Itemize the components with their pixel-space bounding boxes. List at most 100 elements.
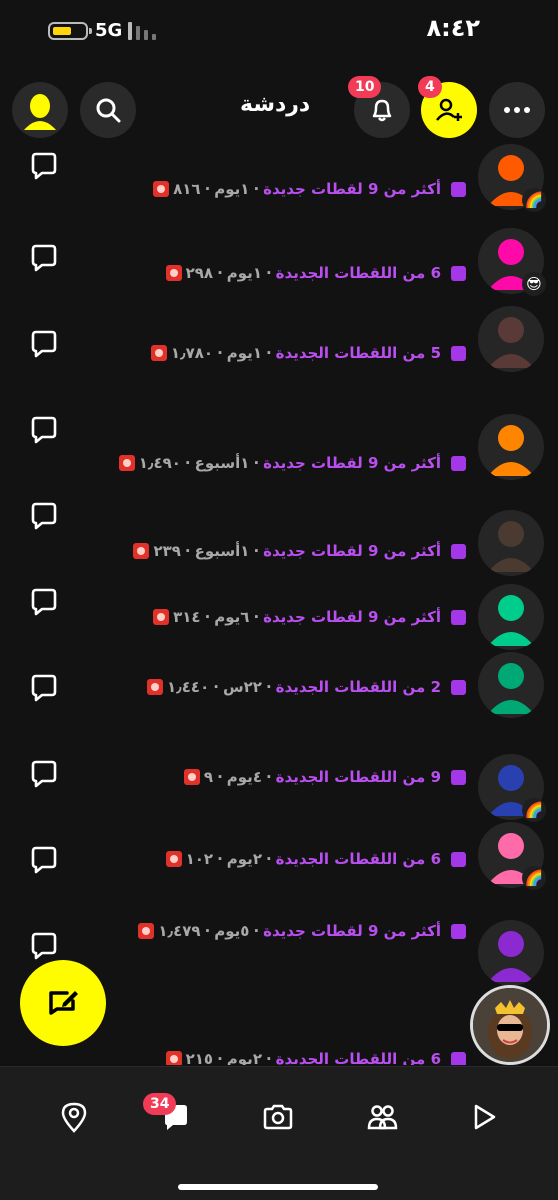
- friend-avatar[interactable]: [478, 414, 544, 480]
- nav-camera[interactable]: [258, 1097, 298, 1137]
- streak-alarm-icon: [153, 181, 170, 197]
- separator: ·: [253, 922, 260, 940]
- streak-count: ١٫٧٨٠: [170, 344, 214, 362]
- clock: ٨:٤٢: [426, 14, 480, 42]
- new-snaps-text: 6 من اللقطات الجديدة: [275, 1050, 441, 1065]
- separator: ·: [184, 542, 191, 560]
- streak-alarm-icon: [165, 265, 182, 281]
- bitmoji-icon: [473, 988, 547, 1062]
- separator: ·: [253, 454, 260, 472]
- search-icon: [96, 98, 121, 123]
- new-snaps-text: 2 من اللقطات الجديدة: [275, 678, 441, 696]
- new-chat-button[interactable]: [20, 960, 106, 1046]
- chat-row[interactable]: 5 من اللقطات الجديدة · ١يوم · ١٫٧٨٠: [0, 306, 558, 396]
- friend-avatar[interactable]: [478, 584, 544, 650]
- chat-time: ١يوم: [226, 344, 262, 362]
- reply-chat-icon[interactable]: [28, 672, 60, 704]
- play-icon: [474, 1104, 496, 1130]
- chat-row[interactable]: أكثر من 9 لقطات جديدة · ١أسبوع · ٢٣٩: [0, 482, 558, 576]
- status-bar: 5G ٨:٤٢: [0, 0, 558, 62]
- signal-icon: [128, 18, 160, 40]
- reply-chat-icon[interactable]: [28, 844, 60, 876]
- new-snap-indicator-icon: [451, 1051, 466, 1065]
- separator: ·: [253, 542, 260, 560]
- reply-chat-icon[interactable]: [28, 758, 60, 790]
- new-snaps-text: أكثر من 9 لقطات جديدة: [263, 922, 441, 940]
- notifications-badge: 10: [348, 76, 382, 98]
- chat-row[interactable]: أكثر من 9 لقطات جديدة · ٦يوم · ٣١٤: [0, 568, 558, 654]
- new-snap-indicator-icon: [451, 455, 466, 471]
- separator: ·: [217, 344, 223, 362]
- streak-alarm-icon: [150, 345, 167, 361]
- friend-avatar[interactable]: [478, 306, 544, 372]
- friend-avatar[interactable]: [478, 652, 544, 718]
- streak-count: ١٫٤٤٠: [167, 678, 210, 696]
- friend-avatar[interactable]: [478, 920, 544, 986]
- separator: ·: [204, 180, 211, 198]
- nav-map[interactable]: [54, 1097, 94, 1137]
- new-snaps-text: 5 من اللقطات الجديدة: [275, 344, 441, 362]
- separator: ·: [265, 850, 272, 868]
- separator: ·: [217, 1050, 223, 1065]
- streak-alarm-icon: [147, 679, 164, 695]
- profile-avatar-button[interactable]: [12, 82, 68, 138]
- new-snaps-text: أكثر من 9 لقطات جديدة: [263, 608, 441, 626]
- chat-time: ١يوم: [214, 180, 250, 198]
- reply-chat-icon[interactable]: [28, 414, 60, 446]
- chat-badge: 34: [143, 1093, 177, 1115]
- search-button[interactable]: [80, 82, 136, 138]
- chat-status-line: 6 من اللقطات الجديدة · ٢يوم · ٢١٥: [165, 1050, 466, 1065]
- chat-list[interactable]: 🌈 أكثر من 9 لقطات جديدة · ١يوم · ٨١٦ 😎 6 من الل…: [0, 140, 558, 1065]
- my-story-avatar[interactable]: [470, 985, 550, 1065]
- reply-chat-icon[interactable]: [28, 328, 60, 360]
- nav-spotlight[interactable]: [464, 1097, 504, 1137]
- reply-chat-icon[interactable]: [28, 930, 60, 962]
- new-snap-indicator-icon: [451, 265, 466, 281]
- separator: ·: [217, 768, 223, 786]
- more-dots-icon: [504, 107, 530, 113]
- chat-time: ٤يوم: [226, 768, 262, 786]
- bell-icon: [372, 99, 392, 122]
- new-snap-indicator-icon: [451, 543, 466, 559]
- chat-status-line: 9 من اللقطات الجديدة · ٤يوم · ٩: [183, 768, 466, 786]
- new-snap-indicator-icon: [451, 851, 466, 867]
- streak-count: ٢٩٨: [185, 264, 214, 282]
- chat-row[interactable]: 🌈 أكثر من 9 لقطات جديدة · ١يوم · ٨١٦: [0, 140, 558, 224]
- chat-time: ١أسبوع: [194, 542, 250, 560]
- chat-time: ٢٢س: [222, 678, 262, 696]
- chat-time: ٥يوم: [214, 922, 250, 940]
- separator: ·: [204, 608, 211, 626]
- streak-count: ١٠٢: [185, 850, 214, 868]
- chat-status-line: 5 من اللقطات الجديدة · ١يوم · ١٫٧٨٠: [150, 344, 466, 362]
- streak-count: ١٫٤٩٠: [138, 454, 181, 472]
- streak-alarm-icon: [118, 455, 135, 471]
- reply-chat-icon[interactable]: [28, 500, 60, 532]
- add-friend-badge: 4: [418, 76, 442, 98]
- streak-count: ٩: [203, 768, 214, 786]
- home-indicator: [178, 1184, 378, 1190]
- chat-row[interactable]: أكثر من 9 لقطات جديدة · ١أسبوع · ١٫٤٩٠: [0, 396, 558, 482]
- separator: ·: [253, 180, 260, 198]
- compose-icon: [49, 991, 78, 1015]
- chat-row[interactable]: 🌈 9 من اللقطات الجديدة · ٤يوم · ٩: [0, 740, 558, 826]
- separator: ·: [265, 264, 272, 282]
- more-button[interactable]: [489, 82, 545, 138]
- header: دردشة 10 4: [0, 76, 558, 142]
- chat-status-line: 6 من اللقطات الجديدة · ١يوم · ٢٩٨: [165, 264, 466, 282]
- friends-icon: [367, 1105, 398, 1130]
- page-title: دردشة: [240, 92, 311, 117]
- reply-chat-icon[interactable]: [28, 242, 60, 274]
- separator: ·: [184, 454, 191, 472]
- network-type: 5G: [95, 20, 123, 41]
- separator: ·: [217, 850, 223, 868]
- reply-chat-icon[interactable]: [28, 150, 60, 182]
- avatar-emoji-badge: 🌈: [522, 188, 546, 212]
- battery-icon: [48, 22, 92, 40]
- separator: ·: [213, 678, 219, 696]
- chat-row[interactable]: 2 من اللقطات الجديدة · ٢٢س · ١٫٤٤٠: [0, 652, 558, 740]
- friend-avatar[interactable]: [478, 510, 544, 576]
- chat-row[interactable]: 🌈 6 من اللقطات الجديدة · ٢يوم · ١٠٢: [0, 822, 558, 912]
- chat-row[interactable]: 😎 6 من اللقطات الجديدة · ١يوم · ٢٩٨: [0, 224, 558, 310]
- nav-stories[interactable]: [362, 1097, 402, 1137]
- reply-chat-icon[interactable]: [28, 586, 60, 618]
